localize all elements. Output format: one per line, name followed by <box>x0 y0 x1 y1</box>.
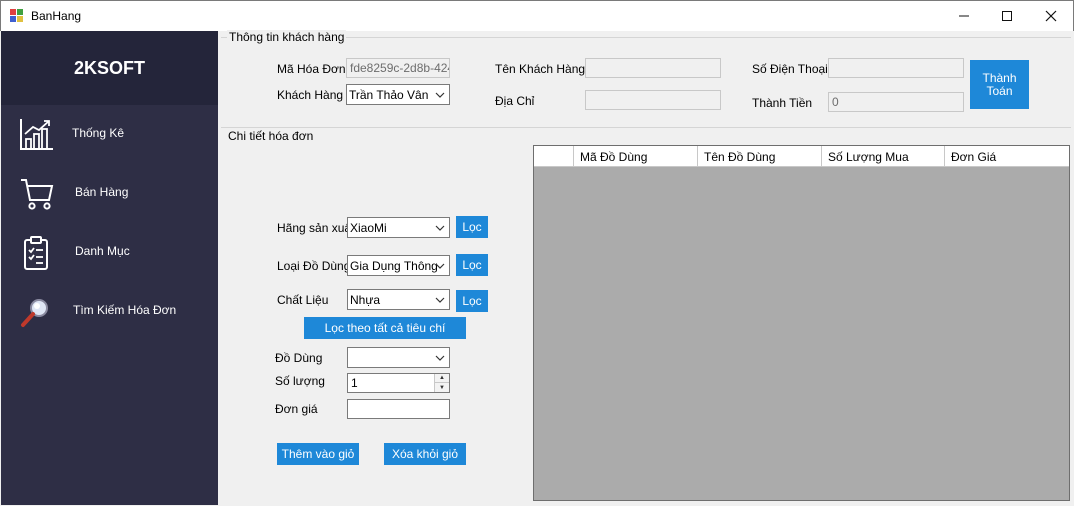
window-title: BanHang <box>31 9 82 23</box>
main-panel: Thông tin khách hàng Mã Hóa Đơn fde8259c… <box>218 30 1073 505</box>
customer-name-label: Tên Khách Hàng <box>495 62 586 76</box>
divider <box>221 127 1071 128</box>
bar-chart-icon <box>20 119 53 150</box>
customer-name-field[interactable] <box>585 58 721 78</box>
column-header[interactable]: Đơn Giá <box>945 146 1069 166</box>
total-label: Thành Tiền <box>752 96 813 110</box>
sidebar-item-thong-ke[interactable]: Thống Kê <box>1 111 218 161</box>
close-icon <box>1045 10 1057 22</box>
column-header[interactable]: Tên Đồ Dùng <box>698 146 822 166</box>
price-label: Đơn giá <box>275 402 318 416</box>
app-icon <box>10 9 24 22</box>
phone-field[interactable] <box>828 58 964 78</box>
customer-info-group: Thông tin khách hàng <box>221 30 1071 129</box>
chevron-down-icon <box>435 92 445 98</box>
quantity-stepper[interactable]: 1 ▲ ▼ <box>347 373 450 393</box>
total-field[interactable]: 0 <box>828 92 964 112</box>
row-header-corner <box>534 146 574 166</box>
filter-manufacturer-button[interactable]: Lọc <box>456 216 488 238</box>
chevron-down-icon <box>435 355 445 361</box>
chevron-down-icon <box>435 225 445 231</box>
column-header[interactable]: Số Lượng Mua <box>822 146 945 166</box>
manufacturer-label: Hãng sản xuất <box>277 221 355 235</box>
brand-logo: 2KSOFT <box>1 31 218 105</box>
customer-select-value: Trần Thảo Vân <box>349 88 429 102</box>
quantity-value: 1 <box>351 376 358 390</box>
clipboard-checklist-icon <box>24 236 48 270</box>
sidebar-item-danh-muc[interactable]: Danh Mục <box>1 229 218 279</box>
address-field[interactable] <box>585 90 721 110</box>
close-button[interactable] <box>1028 1 1074 31</box>
title-bar: BanHang <box>0 0 1074 31</box>
manufacturer-select[interactable]: XiaoMi <box>347 217 450 238</box>
customer-label: Khách Hàng <box>277 88 344 102</box>
manufacturer-select-value: XiaoMi <box>350 221 387 235</box>
filter-material-button[interactable]: Lọc <box>456 290 488 312</box>
address-label: Địa Chỉ <box>495 94 535 108</box>
item-type-select[interactable]: Gia Dụng Thông <box>347 255 450 276</box>
sidebar-item-label: Tìm Kiếm Hóa Đơn <box>73 303 177 317</box>
price-field[interactable] <box>347 399 450 419</box>
filter-type-button[interactable]: Lọc <box>456 254 488 276</box>
item-type-select-value: Gia Dụng Thông <box>350 259 438 273</box>
remove-from-cart-button[interactable]: Xóa khỏi giỏ <box>384 443 466 465</box>
magnifier-icon <box>21 299 48 327</box>
stepper-up-icon[interactable]: ▲ <box>435 374 449 383</box>
invoice-id-label: Mã Hóa Đơn <box>277 62 346 76</box>
material-label: Chất Liệu <box>277 293 329 307</box>
group-title: Chi tiết hóa đơn <box>227 129 315 143</box>
minimize-icon <box>959 15 969 17</box>
column-header[interactable]: Mã Đồ Dùng <box>574 146 698 166</box>
item-type-label: Loại Đồ Dùng <box>277 259 351 273</box>
material-select-value: Nhựa <box>350 293 381 307</box>
sidebar-item-ban-hang[interactable]: Bán Hàng <box>1 170 218 220</box>
chevron-down-icon <box>435 263 445 269</box>
add-to-cart-button[interactable]: Thêm vào giỏ <box>277 443 359 465</box>
cart-grid[interactable]: Mã Đồ Dùng Tên Đồ Dùng Số Lượng Mua Đơn … <box>533 145 1070 501</box>
maximize-button[interactable] <box>984 1 1030 31</box>
grid-header: Mã Đồ Dùng Tên Đồ Dùng Số Lượng Mua Đơn … <box>534 146 1069 167</box>
sidebar-item-label: Thống Kê <box>72 126 125 140</box>
minimize-button[interactable] <box>941 1 987 31</box>
quantity-label: Số lượng <box>275 374 325 388</box>
stepper-down-icon[interactable]: ▼ <box>435 383 449 392</box>
shopping-cart-icon <box>21 179 54 210</box>
group-title: Thông tin khách hàng <box>227 30 347 44</box>
sidebar-item-label: Bán Hàng <box>75 185 129 199</box>
customer-select[interactable]: Trần Thảo Vân <box>346 84 450 105</box>
filter-all-button[interactable]: Lọc theo tất cả tiêu chí <box>304 317 466 339</box>
maximize-icon <box>1002 11 1012 21</box>
phone-label: Số Điện Thoại <box>752 62 828 76</box>
pay-button[interactable]: Thành Toán <box>970 60 1029 109</box>
sidebar-item-tim-kiem-hoa-don[interactable]: Tìm Kiếm Hóa Đơn <box>1 288 218 338</box>
item-label: Đồ Dùng <box>275 351 323 365</box>
item-select[interactable] <box>347 347 450 368</box>
invoice-id-field[interactable]: fde8259c-2d8b-424e <box>346 58 450 78</box>
material-select[interactable]: Nhựa <box>347 289 450 310</box>
sidebar-item-label: Danh Mục <box>75 244 130 258</box>
sidebar: 2KSOFT Thống Kê Bán Hàng Danh Mục Tìm Ki… <box>1 31 218 505</box>
chevron-down-icon <box>435 297 445 303</box>
